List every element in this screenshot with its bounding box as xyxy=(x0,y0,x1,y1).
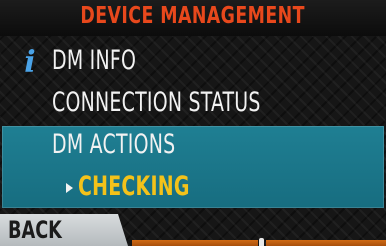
softkey-right[interactable] xyxy=(266,240,386,246)
submenu-item-label: CHECKING xyxy=(78,171,190,202)
selected-menu-panel: DM ACTIONS CHECKING xyxy=(2,126,384,208)
menu-item-dm-actions[interactable]: DM ACTIONS xyxy=(0,126,386,166)
back-button-label: BACK xyxy=(8,216,62,244)
softkey-bar: BACK xyxy=(0,214,386,246)
info-icon: i xyxy=(24,45,36,80)
menu-item-dm-info[interactable]: i DM INFO xyxy=(0,42,386,82)
caret-right-icon xyxy=(66,183,73,193)
page-title: DEVICE MANAGEMENT xyxy=(80,3,306,29)
menu-item-label: CONNECTION STATUS xyxy=(52,87,261,118)
menu-item-connection-status[interactable]: CONNECTION STATUS xyxy=(0,84,386,124)
softkey-middle[interactable] xyxy=(132,240,258,246)
title-bar: DEVICE MANAGEMENT xyxy=(0,0,386,36)
menu-item-label: DM INFO xyxy=(52,45,137,76)
submenu-item-checking[interactable]: CHECKING xyxy=(0,168,382,208)
menu-item-label: DM ACTIONS xyxy=(52,129,176,160)
back-button[interactable]: BACK xyxy=(0,214,128,246)
softkey-divider xyxy=(259,238,264,246)
device-management-screen: DEVICE MANAGEMENT i DM INFO CONNECTION S… xyxy=(0,0,386,246)
